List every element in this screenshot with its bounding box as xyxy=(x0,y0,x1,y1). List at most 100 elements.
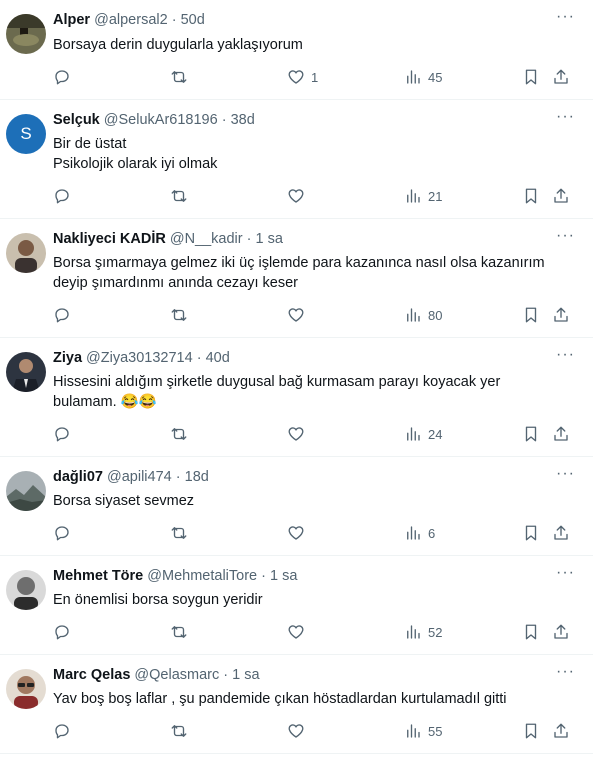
share-button[interactable] xyxy=(552,186,570,206)
share-button[interactable] xyxy=(552,305,570,325)
timestamp[interactable]: 18d xyxy=(185,469,209,485)
heart-icon xyxy=(288,189,304,203)
bookmark-button[interactable] xyxy=(522,186,540,206)
timestamp[interactable]: 1 sa xyxy=(256,231,283,247)
tweet[interactable]: dağli07 @apili474 · 18d ··· Borsa siyase… xyxy=(0,457,593,556)
retweet-button[interactable] xyxy=(170,622,188,642)
views-button[interactable]: 24 xyxy=(404,424,442,444)
more-icon[interactable]: ··· xyxy=(556,228,575,244)
reply-button[interactable] xyxy=(53,721,71,741)
retweet-button[interactable] xyxy=(170,305,188,325)
view-count: 55 xyxy=(428,723,443,739)
handle[interactable]: @Qelasmarc xyxy=(134,667,219,683)
views-button[interactable]: 80 xyxy=(404,305,442,325)
retweet-button[interactable] xyxy=(170,424,188,444)
reply-button[interactable] xyxy=(53,186,71,206)
more-icon[interactable]: ··· xyxy=(556,466,575,482)
handle[interactable]: @SelukAr618196 xyxy=(104,112,218,128)
retweet-icon xyxy=(171,428,187,440)
handle[interactable]: @Ziya30132714 xyxy=(86,350,193,366)
reply-button[interactable] xyxy=(53,622,71,642)
handle[interactable]: @MehmetaliTore xyxy=(147,568,257,584)
view-count: 6 xyxy=(428,525,436,541)
display-name[interactable]: Selçuk xyxy=(53,112,100,128)
tweet-text: Borsaya derin duygularla yaklaşıyorum xyxy=(53,35,573,55)
tweet[interactable]: Ziya @Ziya30132714 · 40d ··· Hissesini a… xyxy=(0,338,593,457)
more-icon[interactable]: ··· xyxy=(556,347,575,363)
tweet[interactable]: Mehmet Töre @MehmetaliTore · 1 sa ··· En… xyxy=(0,556,593,655)
tweet-text-line: Borsa siyaset sevmez xyxy=(53,493,195,509)
like-button[interactable] xyxy=(287,305,305,325)
views-button[interactable]: 6 xyxy=(404,523,435,543)
tweet-header: Nakliyeci KADİR @N__kadir · 1 sa xyxy=(53,231,553,247)
avatar[interactable] xyxy=(6,352,46,392)
timestamp[interactable]: 1 sa xyxy=(270,568,297,584)
avatar[interactable] xyxy=(6,14,46,54)
views-button[interactable]: 55 xyxy=(404,721,442,741)
display-name[interactable]: dağli07 xyxy=(53,469,103,485)
tweet-text-line: Bir de üstat xyxy=(53,136,127,152)
reply-button[interactable] xyxy=(53,67,71,87)
avatar[interactable]: S xyxy=(6,114,46,154)
avatar[interactable] xyxy=(6,570,46,610)
tweet[interactable]: Nakliyeci KADİR @N__kadir · 1 sa ··· Bor… xyxy=(0,219,593,338)
reply-button[interactable] xyxy=(53,305,71,325)
more-icon[interactable]: ··· xyxy=(556,664,575,680)
share-icon xyxy=(554,624,568,639)
views-button[interactable]: 21 xyxy=(404,186,442,206)
bookmark-button[interactable] xyxy=(522,67,540,87)
more-icon[interactable]: ··· xyxy=(556,109,575,125)
share-button[interactable] xyxy=(552,622,570,642)
display-name[interactable]: Mehmet Töre xyxy=(53,568,143,584)
views-button[interactable]: 52 xyxy=(404,622,442,642)
retweet-button[interactable] xyxy=(170,67,188,87)
retweet-icon xyxy=(171,309,187,321)
retweet-button[interactable] xyxy=(170,721,188,741)
like-button[interactable]: 1 xyxy=(287,67,318,87)
separator-dot: · xyxy=(246,231,252,247)
separator-dot: · xyxy=(196,350,202,366)
more-icon[interactable]: ··· xyxy=(556,9,575,25)
reply-button[interactable] xyxy=(53,523,71,543)
bookmark-button[interactable] xyxy=(522,424,540,444)
share-icon xyxy=(554,525,568,540)
reply-icon xyxy=(55,70,69,85)
bookmark-button[interactable] xyxy=(522,305,540,325)
more-icon[interactable]: ··· xyxy=(556,565,575,581)
tweet[interactable]: Marc Qelas @Qelasmarc · 1 sa ··· Yav boş… xyxy=(0,655,593,754)
avatar[interactable] xyxy=(6,471,46,511)
display-name[interactable]: Marc Qelas xyxy=(53,667,130,683)
reply-button[interactable] xyxy=(53,424,71,444)
timestamp[interactable]: 1 sa xyxy=(232,667,259,683)
views-button[interactable]: 45 xyxy=(404,67,442,87)
display-name[interactable]: Ziya xyxy=(53,350,82,366)
like-button[interactable] xyxy=(287,523,305,543)
display-name[interactable]: Nakliyeci KADİR xyxy=(53,231,166,247)
tweet[interactable]: Alper @alpersal2 · 50d ··· Borsaya derin… xyxy=(0,0,593,100)
tweet[interactable]: S Selçuk @SelukAr618196 · 38d ··· Bir de… xyxy=(0,100,593,219)
timestamp[interactable]: 50d xyxy=(181,12,205,28)
bookmark-button[interactable] xyxy=(522,721,540,741)
heart-icon xyxy=(288,724,304,738)
handle[interactable]: @alpersal2 xyxy=(94,12,168,28)
reply-icon xyxy=(55,724,69,739)
avatar[interactable] xyxy=(6,233,46,273)
retweet-button[interactable] xyxy=(170,186,188,206)
like-button[interactable] xyxy=(287,424,305,444)
timestamp[interactable]: 38d xyxy=(231,112,255,128)
like-button[interactable] xyxy=(287,721,305,741)
bookmark-button[interactable] xyxy=(522,523,540,543)
share-button[interactable] xyxy=(552,721,570,741)
bookmark-button[interactable] xyxy=(522,622,540,642)
share-button[interactable] xyxy=(552,523,570,543)
share-button[interactable] xyxy=(552,424,570,444)
like-button[interactable] xyxy=(287,186,305,206)
handle[interactable]: @apili474 xyxy=(107,469,172,485)
timestamp[interactable]: 40d xyxy=(206,350,230,366)
display-name[interactable]: Alper xyxy=(53,12,90,28)
like-button[interactable] xyxy=(287,622,305,642)
avatar[interactable] xyxy=(6,669,46,709)
retweet-button[interactable] xyxy=(170,523,188,543)
share-button[interactable] xyxy=(552,67,570,87)
handle[interactable]: @N__kadir xyxy=(170,231,243,247)
